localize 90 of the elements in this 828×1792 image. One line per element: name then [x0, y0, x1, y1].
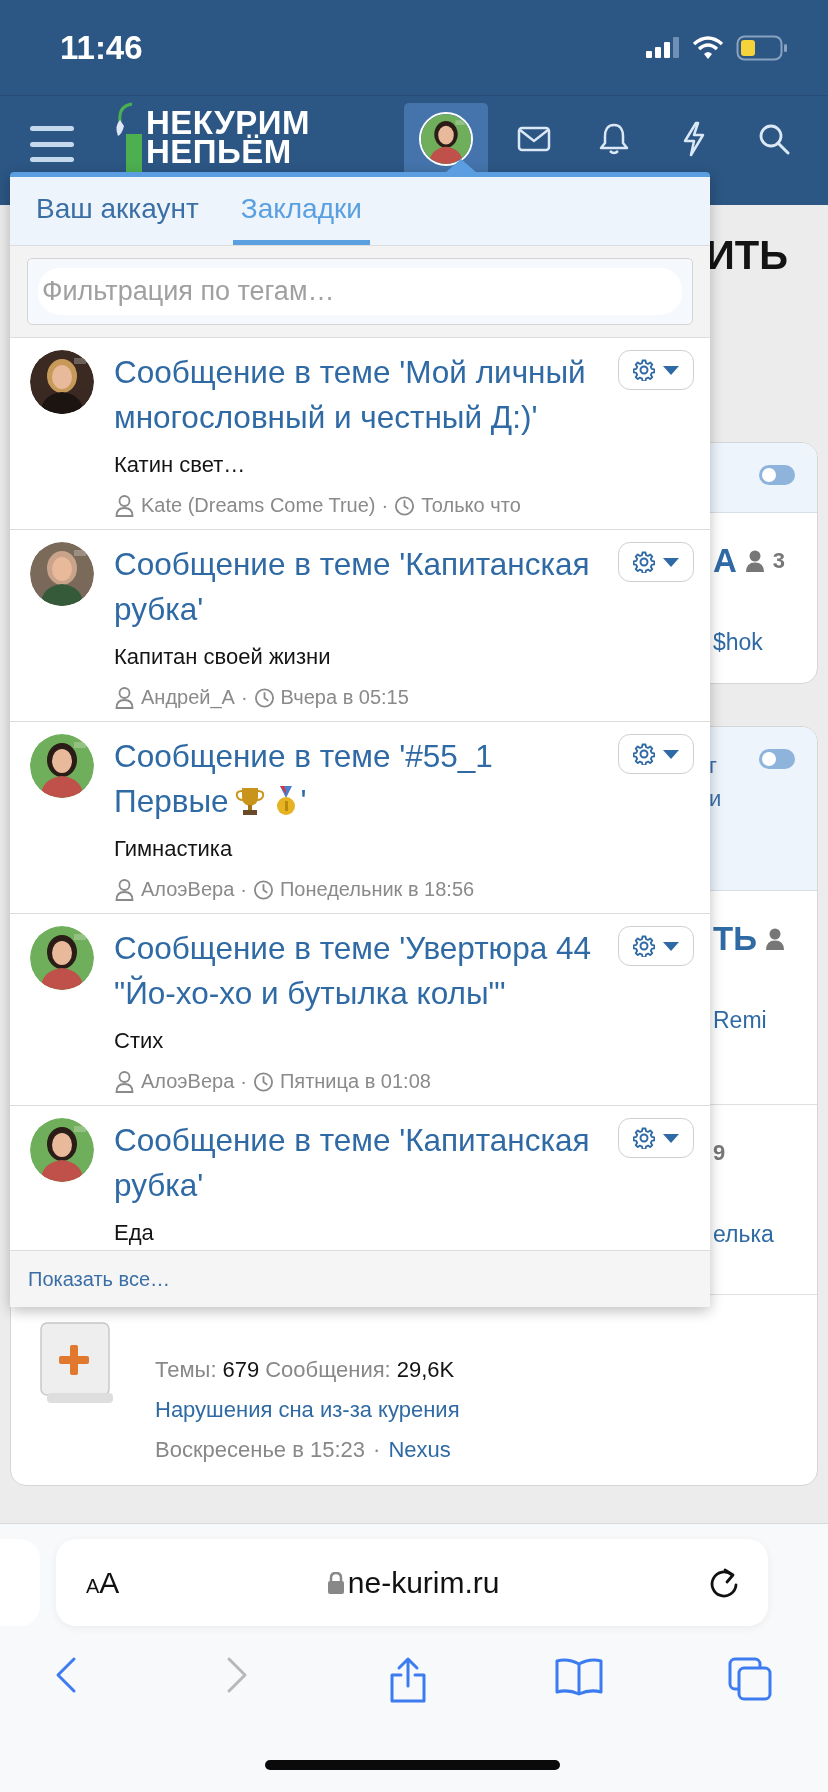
trophy-icon [234, 785, 265, 817]
post-snippet: Гимнастика [114, 836, 234, 862]
post-snippet: Еда [114, 1220, 155, 1246]
gear-icon [633, 743, 655, 765]
post-time: Вчера в 05:15 [280, 686, 409, 709]
lightning-icon [681, 121, 707, 157]
member-count: 9 [713, 1140, 726, 1166]
battery-icon [736, 34, 788, 61]
menu-tab[interactable]: Ваш аккаунт [28, 177, 207, 245]
stat-label: Сообщения: [265, 1357, 391, 1383]
lock-icon [327, 1571, 344, 1594]
separator-dot: · [373, 1437, 381, 1463]
search-icon [758, 123, 790, 155]
mail-icon [517, 125, 551, 153]
caret-icon [663, 941, 679, 951]
thread-link[interactable]: Сообщение в теме 'Мой личный многословный и честный Д:)' [114, 350, 694, 440]
forum-title[interactable]: ТЬ [713, 920, 757, 958]
stat-value: 679 [222, 1357, 260, 1383]
settings-button[interactable] [618, 734, 694, 774]
toggle-switch[interactable] [759, 465, 795, 485]
post-snippet: Капитан своей жизни [114, 644, 332, 670]
gear-icon [633, 1127, 655, 1149]
thread-link[interactable]: Нарушения сна из-за курения [155, 1397, 460, 1423]
show-all-link[interactable]: Показать все… [28, 1267, 171, 1291]
person-icon [114, 1070, 135, 1093]
post-time: Понедельник в 18:56 [279, 878, 475, 901]
settings-button[interactable] [618, 350, 694, 390]
post-date: Воскресенье в 15:23 [155, 1437, 366, 1463]
book-icon [554, 1656, 604, 1696]
toggle-switch[interactable] [759, 749, 795, 769]
settings-button[interactable] [618, 1118, 694, 1158]
person-icon [114, 686, 135, 709]
caret-icon [663, 749, 679, 759]
account-button[interactable] [404, 103, 488, 175]
forward-icon [225, 1656, 249, 1694]
person-icon [114, 878, 135, 901]
thread-link[interactable]: Сообщение в теме '#55_1 Первые ' [114, 734, 694, 824]
gear-icon [633, 359, 655, 381]
author-link[interactable]: елька [713, 1221, 774, 1247]
separator-dot: · [240, 878, 247, 901]
post-snippet: Катин свет… [114, 452, 247, 478]
signal-icon [646, 36, 680, 59]
separator-dot: · [381, 494, 389, 517]
tag-filter-field[interactable]: Фильтрация по тегам… [27, 258, 693, 325]
settings-button[interactable] [618, 542, 694, 582]
thread-link[interactable]: Сообщение в теме 'Увертюра 44 "Йо-хо-хо и бутылка колы"' [114, 926, 694, 1016]
stat-value: 29,6K [396, 1357, 455, 1383]
post-snippet: Стих [114, 1028, 165, 1054]
caret-icon [663, 557, 679, 567]
settings-button[interactable] [618, 926, 694, 966]
separator-dot: · [240, 1070, 247, 1093]
wifi-icon [692, 35, 724, 60]
clock-icon [252, 878, 274, 901]
menu-button[interactable] [30, 126, 74, 162]
author-link[interactable]: Nexus [388, 1437, 451, 1463]
page-heading: ИТЬ [706, 232, 788, 278]
share-icon [388, 1656, 428, 1704]
card-description: и [709, 785, 722, 813]
tabs-icon [727, 1656, 773, 1702]
card-description: г [709, 752, 718, 780]
post-time: Только что [421, 494, 521, 517]
thread-link[interactable]: Сообщение в теме 'Капитанская рубка' [114, 542, 694, 632]
separator-dot: · [240, 686, 248, 709]
member-count: 3 [772, 548, 786, 574]
author-name[interactable]: Kate (Dreams Come True) [141, 494, 376, 517]
clock-icon [394, 494, 416, 517]
clock-icon [253, 686, 275, 709]
post-time: Пятница в 01:08 [279, 1070, 431, 1093]
person-icon [764, 928, 785, 950]
stat-label: Темы: [155, 1357, 217, 1383]
text-size-button[interactable]: AA [86, 1565, 120, 1600]
gear-icon [633, 935, 655, 957]
url-text: ne-kurim.ru [347, 1565, 500, 1600]
author-name[interactable]: АлоэВера [141, 878, 235, 901]
author-name[interactable]: АлоэВера [141, 1070, 235, 1093]
clock-icon [252, 1070, 274, 1093]
caret-icon [663, 1133, 679, 1143]
thread-link[interactable]: Сообщение в теме 'Капитанская рубка' [114, 1118, 694, 1208]
caret-icon [663, 365, 679, 375]
gear-icon [633, 551, 655, 573]
person-icon [114, 494, 135, 517]
back-icon [54, 1656, 78, 1694]
author-name[interactable]: Андрей_А [141, 686, 235, 709]
person-icon [744, 550, 765, 572]
bell-icon [599, 122, 629, 156]
author-link[interactable]: $hok [713, 629, 763, 655]
clock-time: 11:46 [60, 28, 143, 67]
address-bar[interactable]: AA ne-kurim.ru [56, 1539, 768, 1626]
forum-title[interactable]: А [713, 542, 737, 580]
author-link[interactable]: Remi [713, 1007, 767, 1033]
